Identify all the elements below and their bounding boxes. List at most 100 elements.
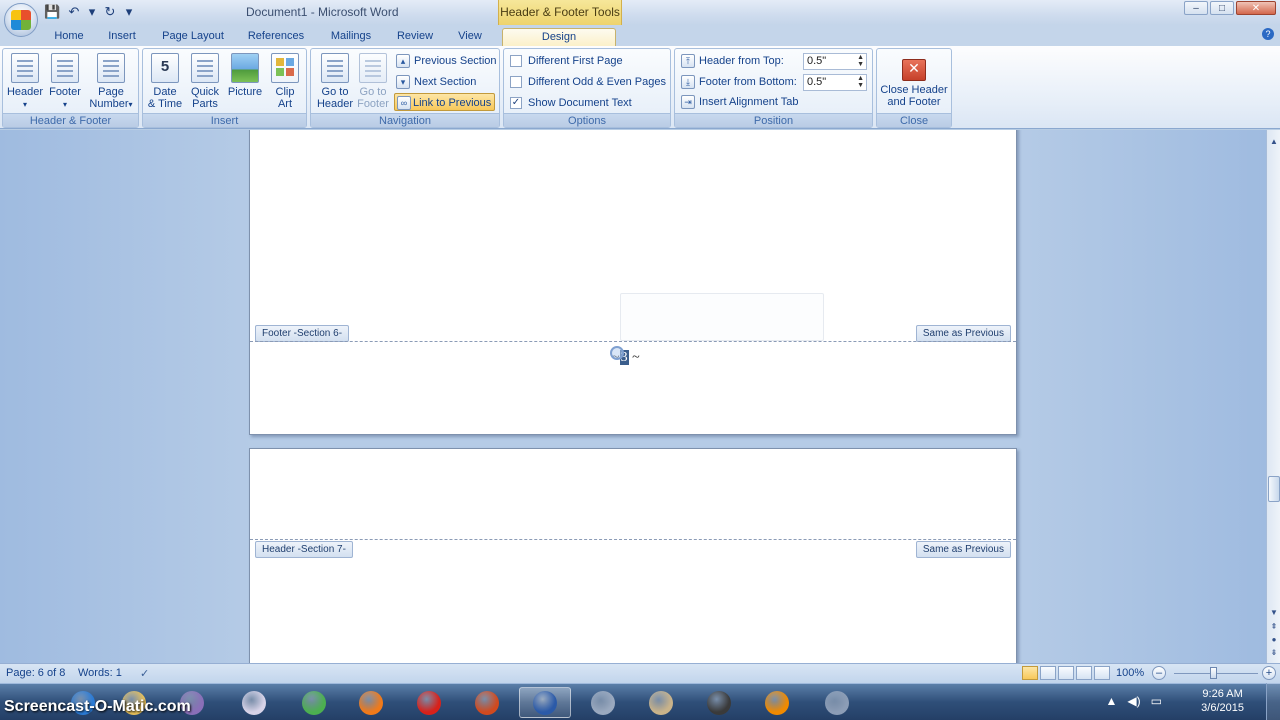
tab-review[interactable]: Review [392, 28, 438, 46]
zoom-in-button[interactable]: + [1262, 666, 1276, 680]
tab-mailings[interactable]: Mailings [322, 28, 380, 46]
document-page-next[interactable]: Header -Section 7- Same as Previous [249, 448, 1017, 663]
tab-page-layout[interactable]: Page Layout [157, 28, 229, 46]
tab-design[interactable]: Design [502, 28, 616, 46]
quick-parts-button[interactable]: Quick Parts [185, 51, 225, 110]
title-bar: 💾 ↶ ▾ ↻ ▾ Document1 - Microsoft Word Hea… [0, 0, 1280, 25]
header-from-top-value: 0.5" [807, 55, 827, 67]
maximize-button[interactable]: □ [1210, 1, 1234, 15]
page-count[interactable]: Page: 6 of 8 [6, 667, 65, 679]
scroll-up-icon[interactable]: ▲ [1268, 136, 1280, 148]
proofing-icon[interactable]: ✓ [140, 667, 149, 680]
tab-insert[interactable]: Insert [100, 28, 144, 46]
draft-icon[interactable] [1094, 666, 1110, 680]
footer-from-bottom-spin-icon[interactable]: ▲ ▼ [857, 75, 864, 89]
taskbar-paint-button[interactable] [635, 687, 687, 718]
clip-art-button[interactable]: Clip Art [265, 51, 305, 110]
zoom-level[interactable]: 100% [1116, 667, 1144, 679]
taskbar-word-button[interactable] [519, 687, 571, 718]
go-to-footer-label-2: Footer [357, 98, 389, 110]
header-button[interactable]: Header ▾ [5, 51, 45, 111]
link-to-previous-label: Link to Previous [413, 97, 492, 109]
header-from-top-spin-icon[interactable]: ▲ ▼ [857, 54, 864, 68]
header-section-tag: Header -Section 7- [255, 541, 353, 558]
scroll-thumb[interactable] [1268, 476, 1280, 502]
zoom-slider-thumb[interactable] [1210, 667, 1217, 679]
vertical-scrollbar[interactable]: ▲ ▼ ⇞ ● ⇟ [1266, 130, 1280, 663]
footer-from-bottom-input[interactable]: 0.5" ▲ ▼ [803, 74, 867, 91]
group-label-position: Position [675, 113, 872, 127]
page-number-label-2: Number [89, 98, 129, 110]
different-first-page-checkbox[interactable]: Different First Page [510, 53, 623, 69]
group-label-header-footer: Header & Footer [3, 113, 138, 127]
taskbar-snipping-button[interactable] [811, 687, 863, 718]
different-odd-even-checkbox[interactable]: Different Odd & Even Pages [510, 74, 666, 90]
redo-icon[interactable]: ↻ [102, 4, 118, 20]
network-icon[interactable]: ▭ [1151, 694, 1162, 708]
zoom-out-button[interactable]: – [1152, 666, 1166, 680]
show-desktop-button[interactable] [1266, 683, 1280, 720]
picture-button[interactable]: Picture [224, 51, 266, 98]
footer-button[interactable]: Footer ▾ [45, 51, 85, 111]
web-layout-icon[interactable] [1058, 666, 1074, 680]
document-page[interactable]: Footer -Section 6- Same as Previous ~3 ~ [249, 130, 1017, 435]
scroll-down-icon[interactable]: ▼ [1268, 607, 1280, 619]
next-section-label: Next Section [414, 76, 477, 88]
help-icon[interactable]: ? [1262, 28, 1274, 40]
clock[interactable]: 9:26 AM 3/6/2015 [1201, 687, 1244, 715]
taskbar-vlc-button[interactable] [751, 687, 803, 718]
insert-alignment-tab-button[interactable]: ⇥ Insert Alignment Tab [681, 93, 798, 111]
customize-qat-icon[interactable]: ▾ [124, 4, 134, 20]
tab-home[interactable]: Home [47, 28, 91, 46]
save-icon[interactable]: 💾 [44, 4, 60, 20]
go-to-header-label-2: Header [316, 98, 354, 110]
outline-icon[interactable] [1076, 666, 1092, 680]
show-document-text-label: Show Document Text [528, 97, 632, 109]
taskbar-network-button[interactable] [693, 687, 745, 718]
clip-art-icon [271, 53, 299, 83]
previous-section-button[interactable]: ▴ Previous Section [396, 52, 497, 70]
tab-references[interactable]: References [242, 28, 310, 46]
watermark: Screencast-O-Matic.com [4, 698, 191, 715]
go-to-footer-label-1: Go to [359, 86, 387, 98]
show-document-text-checkbox[interactable]: ✓ Show Document Text [510, 95, 632, 111]
page-number-button[interactable]: Page Number▾ [87, 51, 135, 111]
full-screen-reading-icon[interactable] [1040, 666, 1056, 680]
header-arrow-icon: ▾ [22, 100, 27, 109]
office-button[interactable] [4, 3, 38, 37]
link-to-previous-button[interactable]: ∞ Link to Previous [394, 93, 496, 111]
taskbar-opera-button[interactable] [403, 687, 455, 718]
go-to-footer-button[interactable]: Go to Footer [353, 51, 393, 110]
close-header-footer-button[interactable]: Close Header and Footer [879, 51, 949, 108]
group-position: ⤒ Header from Top: 0.5" ▲ ▼ ⤓ Footer from… [674, 48, 873, 128]
different-first-page-box [510, 55, 522, 67]
mini-toolbar[interactable] [620, 293, 824, 341]
page-number-label-1: Page [98, 86, 124, 98]
taskbar-powerpoint-button[interactable] [461, 687, 513, 718]
alignment-tab-icon: ⇥ [681, 95, 695, 109]
date-time-label-1: Date [153, 86, 177, 98]
taskbar-paint-brush-button[interactable] [577, 687, 629, 718]
go-to-header-button[interactable]: Go to Header [313, 51, 357, 110]
taskbar-firefox-button[interactable] [345, 687, 397, 718]
next-section-button[interactable]: ▾ Next Section [396, 73, 476, 91]
word-count[interactable]: Words: 1 [78, 667, 122, 679]
undo-dropdown-icon[interactable]: ▾ [88, 4, 96, 20]
header-from-top-input[interactable]: 0.5" ▲ ▼ [803, 53, 867, 70]
date-time-button[interactable]: Date & Time [145, 51, 185, 110]
undo-icon[interactable]: ↶ [66, 4, 82, 20]
browse-object-icon[interactable]: ● [1268, 634, 1280, 646]
print-layout-icon[interactable] [1022, 666, 1038, 680]
next-section-icon: ▾ [396, 75, 410, 89]
tab-view[interactable]: View [450, 28, 490, 46]
taskbar-chrome-button[interactable] [288, 687, 340, 718]
group-label-options: Options [504, 113, 670, 127]
minimize-button[interactable]: – [1184, 1, 1208, 15]
close-window-button[interactable]: ✕ [1236, 1, 1276, 15]
volume-icon[interactable]: ◀) [1127, 694, 1140, 708]
previous-section-label: Previous Section [414, 55, 497, 67]
next-page-icon[interactable]: ⇟ [1268, 647, 1280, 659]
tray-expand-icon[interactable]: ▲ [1106, 694, 1118, 708]
previous-page-icon[interactable]: ⇞ [1268, 621, 1280, 633]
taskbar-stickies-button[interactable] [228, 687, 280, 718]
